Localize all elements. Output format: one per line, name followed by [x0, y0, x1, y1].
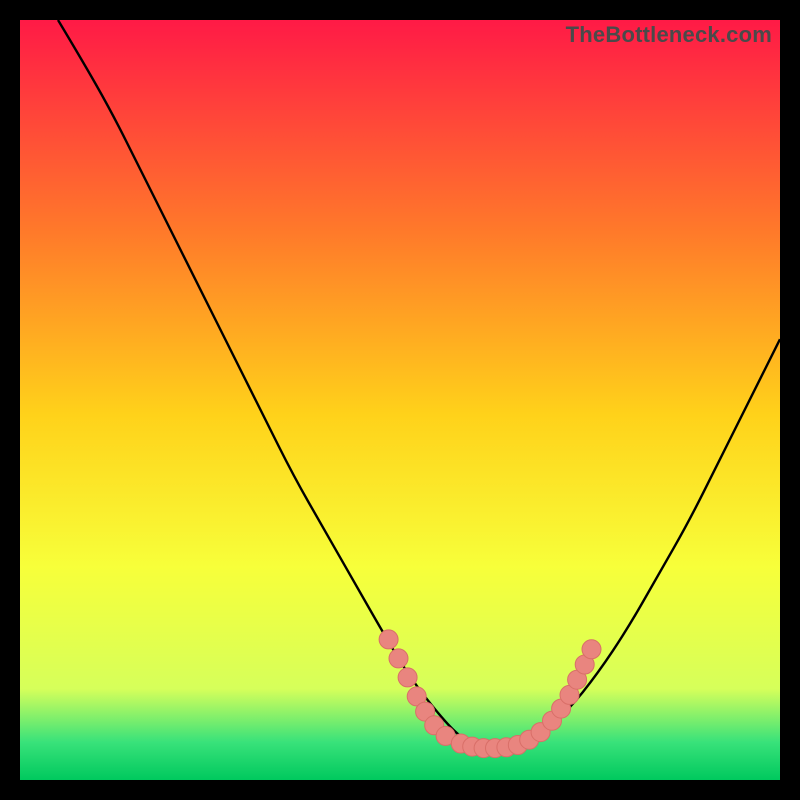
curve-marker [582, 640, 601, 659]
bottleneck-chart [20, 20, 780, 780]
chart-frame: TheBottleneck.com [20, 20, 780, 780]
curve-marker [379, 630, 398, 649]
curve-marker [398, 668, 417, 687]
curve-marker [389, 649, 408, 668]
watermark-text: TheBottleneck.com [566, 22, 772, 48]
